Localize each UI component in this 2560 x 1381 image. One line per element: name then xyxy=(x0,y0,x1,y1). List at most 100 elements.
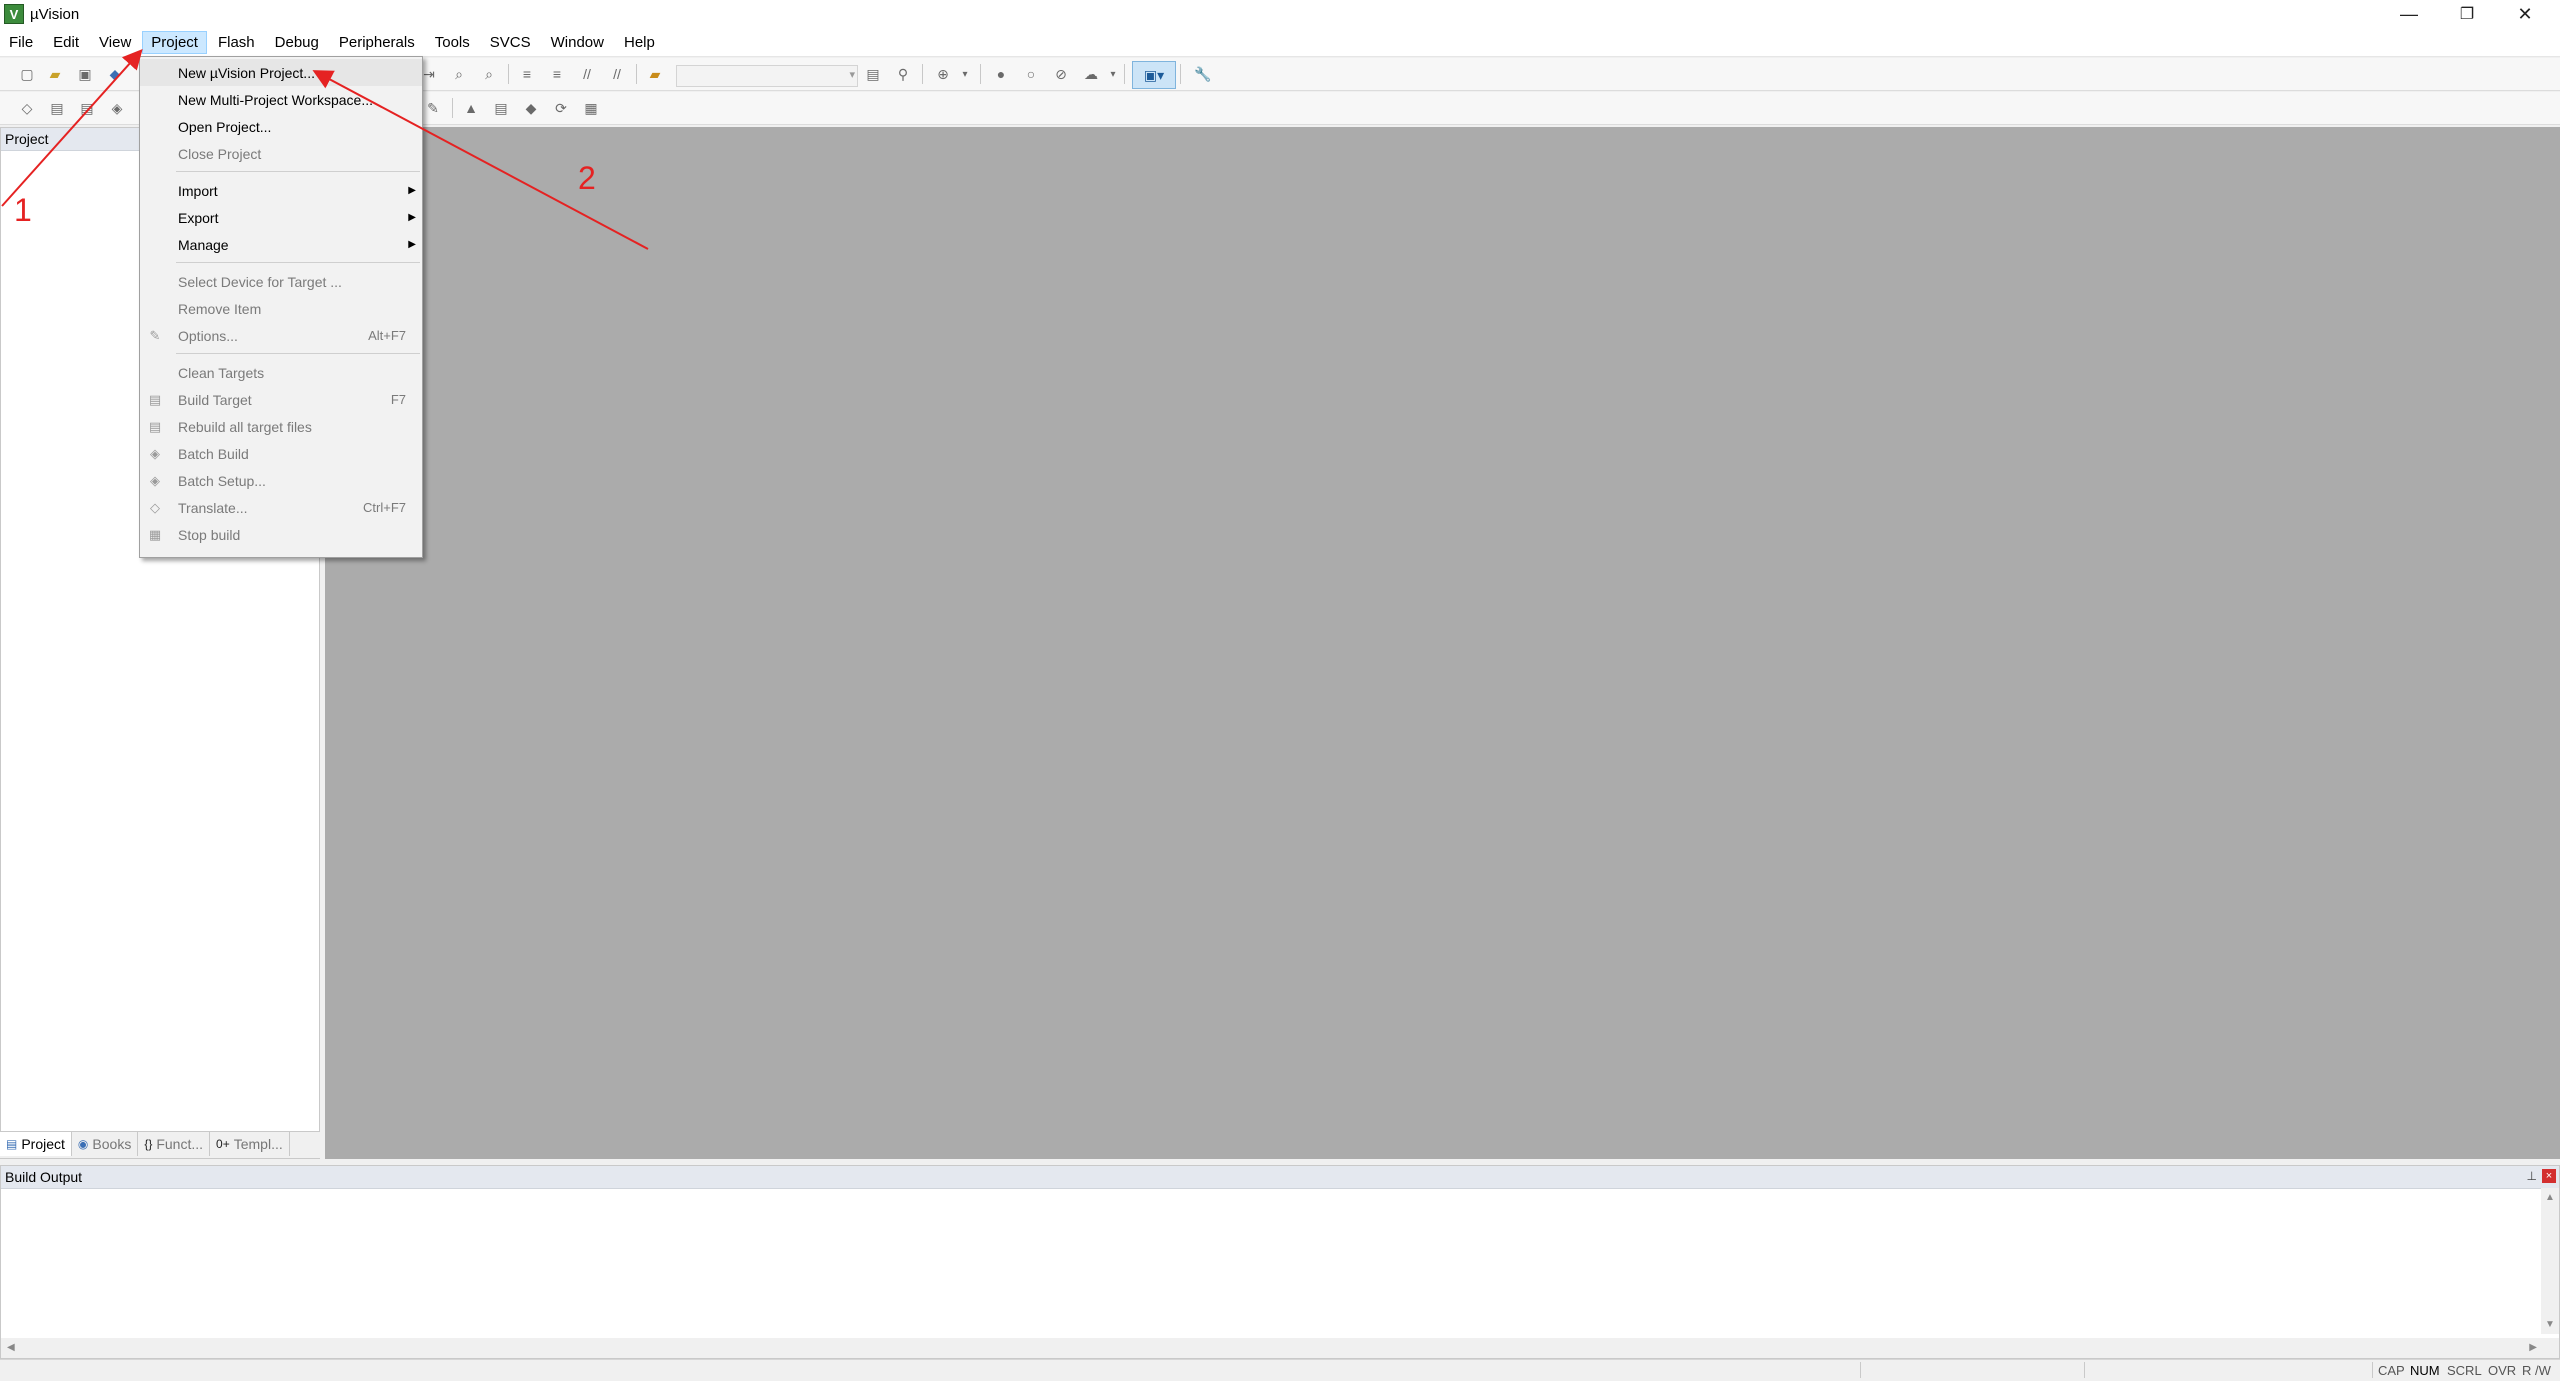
menu-new-multi-project-workspace[interactable]: New Multi-Project Workspace... xyxy=(140,86,422,113)
tab-project[interactable]: ▤ Project xyxy=(0,1132,72,1156)
menu-project[interactable]: Project xyxy=(142,30,207,54)
menu-peripherals[interactable]: Peripherals xyxy=(330,31,424,54)
manage-components-icon[interactable]: ▲ xyxy=(462,99,480,117)
build-output-title: Build Output xyxy=(5,1169,83,1185)
build-icon[interactable]: ▤ xyxy=(48,99,66,117)
menu-help[interactable]: Help xyxy=(615,31,664,54)
horizontal-scrollbar[interactable]: ◀ ▶ xyxy=(1,1338,2559,1358)
vertical-scrollbar[interactable]: ▲ ▼ xyxy=(2541,1188,2559,1334)
menu-item-label: Batch Build xyxy=(178,445,249,462)
find-combo[interactable]: ▾ xyxy=(676,65,858,87)
scroll-right-icon[interactable]: ▶ xyxy=(2529,1342,2537,1353)
run-time-env-icon[interactable]: ▦ xyxy=(582,99,600,117)
pin-icon[interactable]: ⊥ xyxy=(2527,1169,2537,1183)
books-icon: ◉ xyxy=(77,1137,89,1151)
menu-batch-build[interactable]: ◈ Batch Build xyxy=(140,440,422,467)
tab-functions[interactable]: {} Funct... xyxy=(138,1132,211,1156)
find-in-files-icon[interactable]: ▰ xyxy=(646,65,664,83)
tab-label: Funct... xyxy=(156,1136,204,1152)
find-icon[interactable]: ⌕ xyxy=(450,65,468,83)
scroll-up-icon[interactable]: ▲ xyxy=(2545,1192,2555,1203)
wand-icon: ✎ xyxy=(149,327,161,343)
menu-tools[interactable]: Tools xyxy=(426,31,479,54)
toolbar-separator xyxy=(922,64,923,84)
translate-icon[interactable]: ◇ xyxy=(18,99,36,117)
select-packs-icon[interactable]: ⟳ xyxy=(552,99,570,117)
debug-session-icon[interactable]: ⚲ xyxy=(894,65,912,83)
minimize-button[interactable]: — xyxy=(2380,0,2438,28)
menu-close-project[interactable]: Close Project xyxy=(140,140,422,167)
menu-stop-build[interactable]: ▦ Stop build xyxy=(140,521,422,548)
scroll-down-icon[interactable]: ▼ xyxy=(2545,1319,2555,1330)
submenu-arrow-icon: ▶ xyxy=(408,185,416,196)
rebuild-icon[interactable]: ▤ xyxy=(78,99,96,117)
menu-item-label: Import xyxy=(178,182,218,199)
menu-edit[interactable]: Edit xyxy=(44,31,88,54)
menu-open-project[interactable]: Open Project... xyxy=(140,113,422,140)
incremental-find-icon[interactable]: ▤ xyxy=(864,65,882,83)
menu-separator xyxy=(176,353,420,354)
tab-label: Project xyxy=(21,1136,65,1152)
submenu-arrow-icon: ▶ xyxy=(408,239,416,250)
menu-clean-targets[interactable]: Clean Targets xyxy=(140,359,422,386)
zoom-icon[interactable]: ⊕ xyxy=(934,65,952,83)
menu-select-device[interactable]: Select Device for Target ... xyxy=(140,268,422,295)
file-extensions-icon[interactable]: ▤ xyxy=(492,99,510,117)
menu-item-label: Export xyxy=(178,209,219,226)
menu-batch-setup[interactable]: ◈ Batch Setup... xyxy=(140,467,422,494)
menu-build-target[interactable]: ▤ Build Target F7 xyxy=(140,386,422,413)
menu-import[interactable]: Import ▶ xyxy=(140,177,422,204)
decrease-indent-icon[interactable]: ≡ xyxy=(548,65,566,83)
enable-breakpoint-icon[interactable]: ○ xyxy=(1022,65,1040,83)
menu-view[interactable]: View xyxy=(90,31,140,54)
increase-indent-icon[interactable]: ≡ xyxy=(518,65,536,83)
comment-icon[interactable]: // xyxy=(578,65,596,83)
configure-icon[interactable]: 🔧 xyxy=(1194,65,1212,83)
status-num: NUM xyxy=(2410,1363,2440,1378)
uvision-app-icon: V xyxy=(4,4,24,24)
menu-export[interactable]: Export ▶ xyxy=(140,204,422,231)
menu-flash[interactable]: Flash xyxy=(209,31,264,54)
tab-templates[interactable]: 0+ Templ... xyxy=(210,1132,290,1156)
menu-svcs[interactable]: SVCS xyxy=(481,31,540,54)
close-icon[interactable]: × xyxy=(2542,1169,2556,1183)
uncomment-icon[interactable]: // xyxy=(608,65,626,83)
batch-build-icon: ◈ xyxy=(150,445,160,461)
window-layout-button[interactable]: ▣▾ xyxy=(1132,61,1176,89)
new-file-icon[interactable]: ▢ xyxy=(18,65,36,83)
tab-label: Books xyxy=(92,1136,132,1152)
menu-file[interactable]: File xyxy=(0,31,42,54)
save-all-icon[interactable]: ◆ xyxy=(106,65,124,83)
insert-breakpoint-icon[interactable]: ● xyxy=(992,65,1010,83)
scroll-left-icon[interactable]: ◀ xyxy=(7,1342,15,1353)
menu-item-label: Options... xyxy=(178,327,238,344)
status-divider xyxy=(2084,1362,2085,1378)
menu-options[interactable]: ✎ Options... Alt+F7 xyxy=(140,322,422,349)
menu-rebuild-all[interactable]: ▤ Rebuild all target files xyxy=(140,413,422,440)
annotation-label-2: 2 xyxy=(578,160,596,196)
kill-breakpoints-icon[interactable]: ☁ xyxy=(1082,65,1100,83)
project-panel-tabs: ▤ Project ◉ Books {} Funct... 0+ Templ..… xyxy=(0,1131,320,1158)
open-file-icon[interactable]: ▰ xyxy=(46,65,64,83)
options-wand-icon[interactable]: ✎ xyxy=(424,99,442,117)
tab-books[interactable]: ◉ Books xyxy=(72,1132,139,1156)
menu-debug[interactable]: Debug xyxy=(266,31,328,54)
menu-separator xyxy=(176,262,420,263)
menu-window[interactable]: Window xyxy=(542,31,613,54)
batch-build-icon[interactable]: ◈ xyxy=(108,99,126,117)
menu-translate[interactable]: ◇ Translate... Ctrl+F7 xyxy=(140,494,422,521)
editor-area xyxy=(325,127,2560,1159)
chevron-down-icon[interactable]: ▾ xyxy=(1104,65,1122,83)
close-window-button[interactable]: ✕ xyxy=(2496,0,2554,28)
status-rw: R /W xyxy=(2522,1363,2551,1378)
save-icon[interactable]: ▣ xyxy=(76,65,94,83)
pack-installer-icon[interactable]: ◆ xyxy=(522,99,540,117)
menu-remove-item[interactable]: Remove Item xyxy=(140,295,422,322)
disable-breakpoints-icon[interactable]: ⊘ xyxy=(1052,65,1070,83)
chevron-down-icon[interactable]: ▾ xyxy=(956,65,974,83)
menu-new-uvision-project[interactable]: New µVision Project... xyxy=(140,59,422,86)
menu-manage[interactable]: Manage ▶ xyxy=(140,231,422,258)
menu-item-label: Open Project... xyxy=(178,118,272,135)
restore-button[interactable]: ❐ xyxy=(2438,0,2496,28)
replace-icon[interactable]: ⌕ xyxy=(480,65,498,83)
